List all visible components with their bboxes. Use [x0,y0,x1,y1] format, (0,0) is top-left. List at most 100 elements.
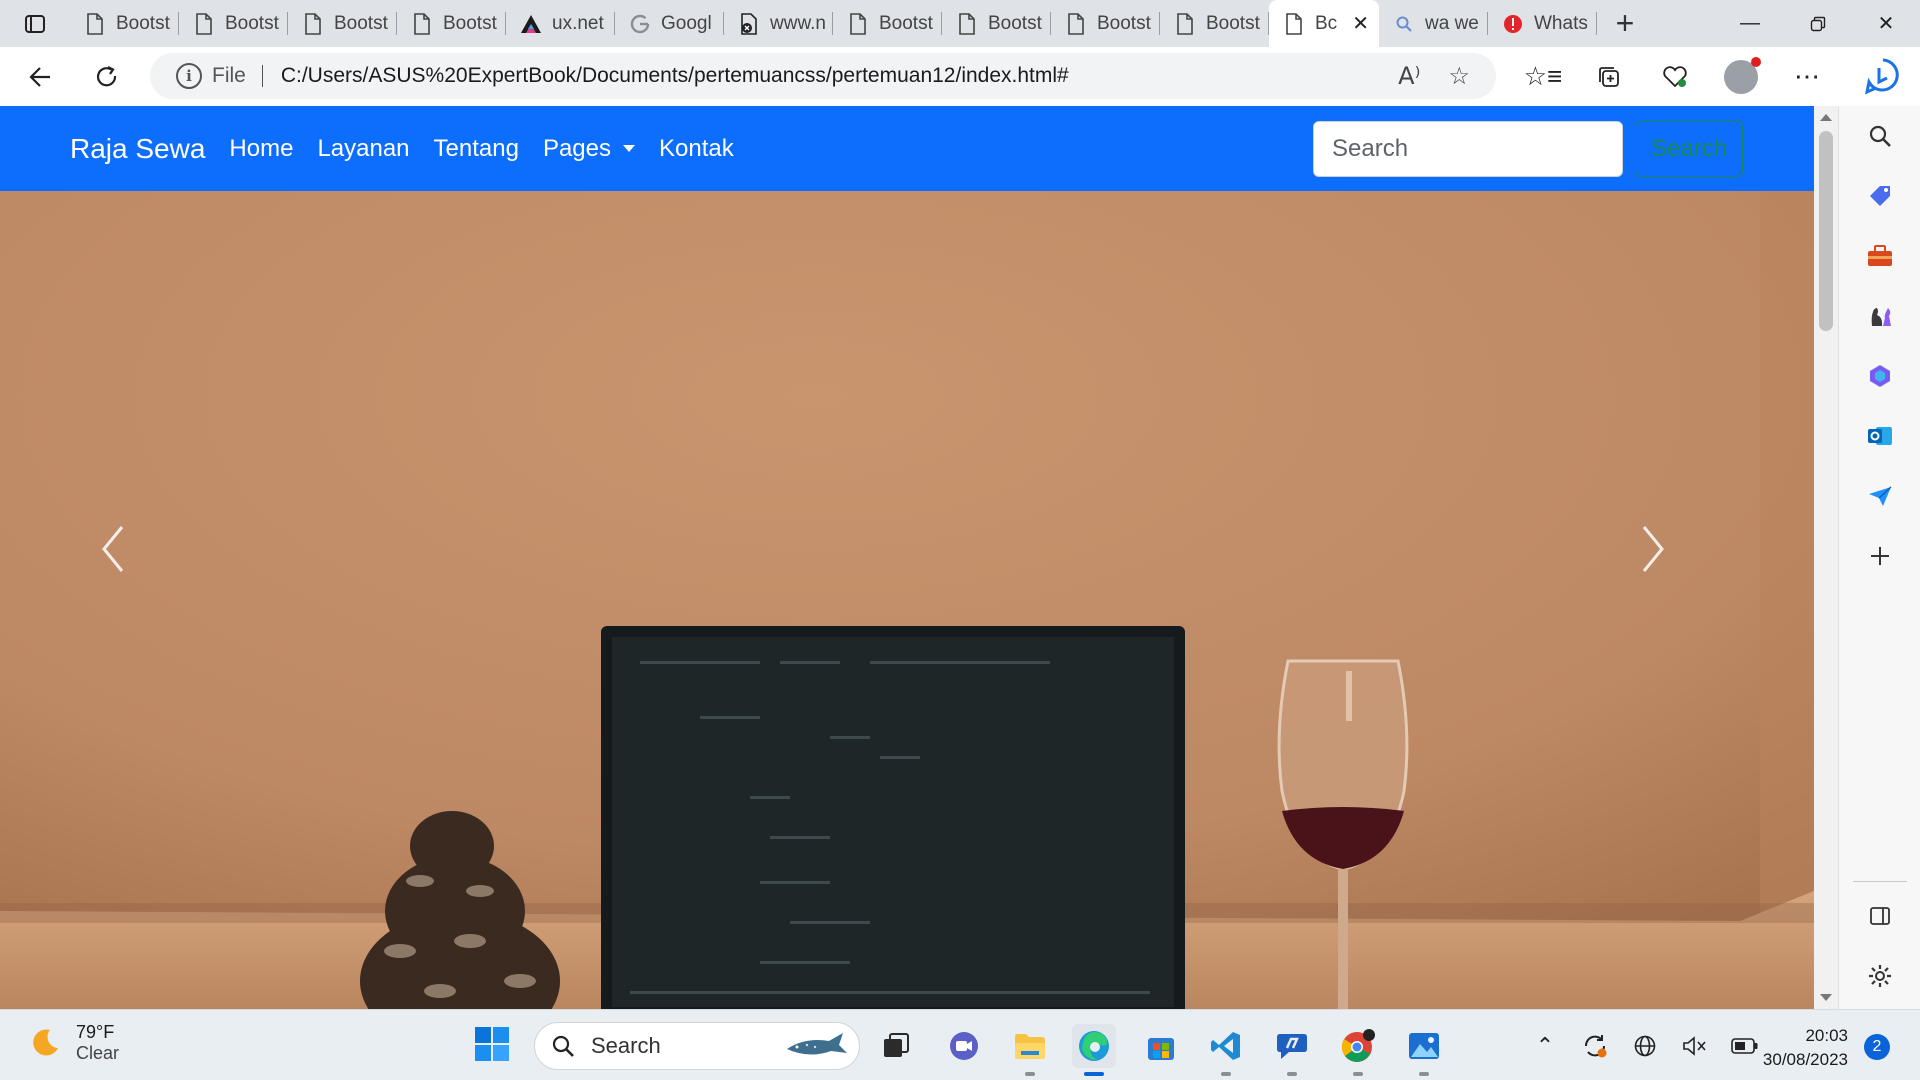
quick-assist-icon [1277,1034,1307,1059]
new-tab-button[interactable]: + [1597,0,1653,47]
page-viewport: Raja Sewa Home Layanan Tentang Pages Kon… [0,106,1814,1009]
browser-essentials-button[interactable] [1642,52,1708,102]
sidebar-outlook-button[interactable] [1860,416,1900,456]
sidebar-office-button[interactable] [1860,356,1900,396]
carousel-prev-button[interactable] [96,521,176,611]
tab-active[interactable]: Bc ✕ [1269,0,1379,47]
tab[interactable]: Googl [615,0,724,47]
taskbar-task-view[interactable] [874,1024,918,1068]
url-text[interactable]: C:/Users/ASUS%20ExpertBook/Documents/per… [281,64,1069,88]
taskbar-microsoft-store[interactable] [1139,1024,1183,1068]
sync-button[interactable] [1580,1031,1610,1061]
tab[interactable]: Bootst [397,0,506,47]
taskbar-file-explorer[interactable] [1008,1024,1052,1076]
more-menu-button[interactable]: ⋯ [1774,52,1840,102]
taskbar-teams-chat[interactable] [942,1024,986,1068]
sidebar-hide-button[interactable] [1860,896,1900,936]
tab[interactable]: wa we [1379,0,1488,47]
tab-label: Bootst [879,12,933,34]
nav-link-tentang[interactable]: Tentang [422,135,531,163]
carousel-next-button[interactable] [1636,521,1716,611]
globe-icon [1634,1035,1656,1056]
restore-button[interactable] [1784,0,1852,47]
nav-dropdown-pages[interactable]: Pages [531,135,647,163]
sidebar-games-button[interactable] [1860,296,1900,336]
sidebar-tools-button[interactable] [1860,236,1900,276]
sidebar-settings-button[interactable] [1860,956,1900,996]
show-hidden-icons-button[interactable]: ⌃ [1530,1031,1560,1061]
navbar: Raja Sewa Home Layanan Tentang Pages Kon… [0,106,1814,191]
tab[interactable]: Bootst [179,0,288,47]
taskbar-vscode[interactable] [1204,1024,1248,1076]
tab[interactable]: Bootst [942,0,1051,47]
start-button[interactable] [474,1026,514,1066]
scroll-down-icon[interactable] [1820,994,1832,1001]
shopping-tag-icon [1870,186,1890,206]
scroll-up-icon[interactable] [1820,114,1832,121]
sync-alert-icon [1584,1034,1607,1057]
more-dots-icon: ⋯ [1794,61,1820,91]
tab[interactable]: ux.net [506,0,615,47]
taskbar-edge[interactable] [1072,1024,1116,1076]
photos-icon [1409,1033,1439,1059]
arrow-left-icon [29,66,50,87]
toolbar-actions: ☆≡ ⋯ [1510,47,1840,106]
tab[interactable]: Bootst [833,0,942,47]
hero-carousel [0,191,1814,1009]
sidebar-drop-button[interactable] [1860,476,1900,516]
search-input[interactable] [1313,121,1623,177]
tab[interactable]: Bootst [70,0,179,47]
tab-actions-button[interactable] [0,0,70,47]
taskbar-quick-assist[interactable] [1270,1024,1314,1076]
nav-link-home[interactable]: Home [217,135,305,163]
tab[interactable]: Bootst [288,0,397,47]
scrollbar-thumb[interactable] [1819,131,1833,331]
close-tab-icon[interactable]: ✕ [1352,11,1379,36]
profile-button[interactable] [1708,52,1774,102]
url-scheme-label: File [212,64,246,87]
tab[interactable]: www.n [724,0,833,47]
refresh-button[interactable] [76,52,138,102]
google-icon [629,13,651,35]
navbar-brand[interactable]: Raja Sewa [70,133,205,165]
favorites-button[interactable]: ☆≡ [1510,52,1576,102]
address-bar[interactable]: i File C:/Users/ASUS%20ExpertBook/Docume… [150,53,1496,99]
tab-label: Bootst [116,12,170,34]
search-button[interactable]: Search [1635,121,1743,177]
toolbox-icon [1868,245,1892,266]
running-indicator [1221,1072,1231,1076]
minimize-button[interactable]: — [1716,0,1784,47]
chess-pieces-icon [1871,308,1891,326]
clock[interactable]: 20:03 30/08/2023 [1752,1024,1848,1072]
notification-badge[interactable]: 2 [1864,1034,1890,1060]
tab[interactable]: Bootst [1051,0,1160,47]
tab[interactable]: Bootst [1160,0,1269,47]
taskbar-photos[interactable] [1402,1024,1446,1076]
tab[interactable]: Whats [1488,0,1597,47]
close-window-button[interactable]: ✕ [1852,0,1920,47]
chat-camera-icon [950,1032,978,1060]
network-button[interactable] [1630,1031,1660,1061]
weather-condition: Clear [76,1043,120,1063]
favorite-star-icon[interactable]: ☆ [1448,62,1470,91]
tabs-container: Bootst Bootst Bootst Bootst ux.net Googl www.n… [70,0,1597,47]
taskbar-search-box[interactable]: Search [534,1022,860,1070]
info-icon[interactable]: i [176,63,202,89]
nav-link-kontak[interactable]: Kontak [647,135,746,163]
copilot-button[interactable] [1858,51,1908,101]
sidebar-shopping-button[interactable] [1860,176,1900,216]
taskbar-chrome[interactable] [1336,1024,1380,1076]
taskbar-search-label: Search [591,1033,661,1058]
sidebar-add-button[interactable] [1860,536,1900,576]
read-aloud-icon[interactable]: A⁾ [1398,62,1420,91]
volume-button[interactable] [1680,1031,1710,1061]
tab-label: ux.net [552,12,604,34]
search-icon [1869,125,1891,147]
weather-widget[interactable]: 79°F Clear [28,1022,119,1064]
page-scrollbar[interactable] [1814,106,1838,1009]
folder-icon [1015,1034,1045,1059]
collections-button[interactable] [1576,52,1642,102]
back-button[interactable] [10,52,72,102]
sidebar-search-button[interactable] [1860,116,1900,156]
nav-link-layanan[interactable]: Layanan [305,135,421,163]
